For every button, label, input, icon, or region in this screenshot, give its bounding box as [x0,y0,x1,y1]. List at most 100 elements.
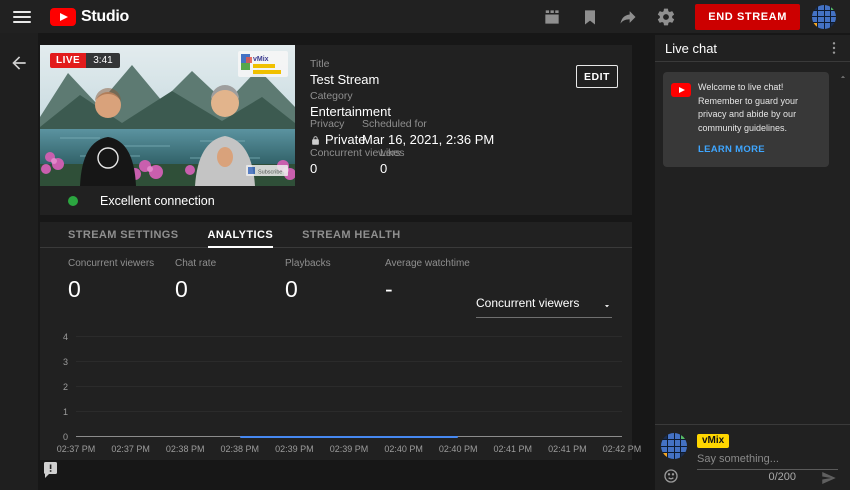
connection-status: Excellent connection [40,186,632,215]
left-rail [0,33,38,490]
chart-plot: 02:37 PM02:37 PM02:38 PM02:38 PM02:39 PM… [76,337,622,437]
chat-welcome-message: Welcome to live chat! Remember to guard … [663,72,829,167]
chat-header: Live chat [655,35,850,62]
account-avatar[interactable] [812,5,836,29]
title-field: Title Test Stream [310,58,379,87]
tab-stream-health[interactable]: STREAM HEALTH [302,222,401,247]
x-axis-tick-label: 02:40 PM [384,444,423,454]
stream-category: Entertainment [310,104,391,119]
privacy-field: Privacy Private [310,118,365,147]
series-concurrent-viewers [240,436,458,438]
metric-value: 0 [285,276,385,303]
x-axis-tick-label: 02:39 PM [330,444,369,454]
end-stream-button[interactable]: END STREAM [695,4,800,30]
youtube-studio-live-dashboard: Studio END STREAM [0,0,850,490]
lock-icon [310,134,321,145]
live-chat-panel: Live chat Welcome to live chat! Remember… [655,35,850,490]
scheduled-field: Scheduled for Mar 16, 2021, 2:36 PM [362,118,494,147]
metric-label: Concurrent viewers [68,258,175,269]
film-strip-icon[interactable] [542,7,562,27]
x-axis-tick-label: 02:37 PM [111,444,150,454]
likes-count: 0 [380,161,405,176]
chat-user-avatar [661,433,687,459]
metric-chat-rate: Chat rate 0 [175,258,285,303]
youtube-studio-logo[interactable]: Studio [50,8,129,26]
y-axis-tick-label: 0 [50,432,68,442]
x-axis-tick-label: 02:37 PM [57,444,96,454]
gridline-y4 [76,336,622,337]
category-label: Category [310,90,391,102]
youtube-play-icon [50,8,76,26]
x-axis-tick-label: 02:41 PM [548,444,587,454]
metric-selector-dropdown[interactable]: Concurrent viewers [476,296,612,318]
gridline-y2 [76,386,622,387]
subscribe-watermark: Subscribe [246,165,288,176]
stream-elapsed-time: 3:41 [86,53,119,68]
scheduled-label: Scheduled for [362,118,494,130]
chat-username-badge: vMix [697,434,729,448]
y-axis-tick-label: 1 [50,407,68,417]
metric-value: 0 [175,276,285,303]
character-counter: 0/200 [768,471,796,483]
x-axis-tick-label: 02:39 PM [275,444,314,454]
x-axis-tick-label: 02:40 PM [439,444,478,454]
metrics-row: Concurrent viewers0Chat rate0Playbacks0A… [68,258,545,303]
x-axis-tick-label: 02:38 PM [221,444,260,454]
gridline-y1 [76,411,622,412]
emoji-icon[interactable] [663,468,679,484]
live-indicator: LIVE 3:41 [50,53,120,68]
privacy-label: Privacy [310,118,365,130]
chat-input-area: vMix 0/200 [655,424,850,490]
welcome-text: Welcome to live chat! Remember to guard … [698,81,820,135]
tab-bar: STREAM SETTINGS ANALYTICS STREAM HEALTH [40,222,632,248]
y-axis-tick-label: 4 [50,332,68,342]
scrollbar-up-icon[interactable] [838,69,848,79]
category-field: Category Entertainment [310,90,391,119]
brand-name: Studio [81,8,129,26]
chat-menu-kebab-icon[interactable] [826,40,842,56]
likes-label: Likes [380,147,405,159]
x-axis-tick-label: 02:42 PM [603,444,642,454]
chevron-down-icon [602,298,612,308]
youtube-icon [671,83,691,97]
video-preview: vMix Subscribe LIVE 3:41 [40,45,295,186]
metric-selector-value: Concurrent viewers [476,296,579,310]
back-arrow-icon[interactable] [9,53,29,73]
metric-label: Average watchtime [385,258,545,269]
analytics-card: STREAM SETTINGS ANALYTICS STREAM HEALTH Co… [40,222,632,460]
tab-analytics[interactable]: ANALYTICS [208,222,274,247]
x-axis-tick-label: 02:38 PM [166,444,205,454]
hamburger-menu-icon[interactable] [13,11,31,23]
edit-button[interactable]: EDIT [576,65,618,88]
metric-concurrent-viewers: Concurrent viewers 0 [68,258,175,303]
bookmark-icon[interactable] [580,7,600,27]
chat-title: Live chat [665,41,826,56]
feedback-icon[interactable] [42,461,59,478]
settings-gear-icon[interactable] [656,7,676,27]
x-axis-labels: 02:37 PM02:37 PM02:38 PM02:38 PM02:39 PM… [76,444,622,456]
chat-message-input[interactable] [697,451,838,470]
metric-value: 0 [68,276,175,303]
scheduled-datetime: Mar 16, 2021, 2:36 PM [362,132,494,147]
metric-playbacks: Playbacks 0 [285,258,385,303]
svg-text:Subscribe: Subscribe [258,170,282,176]
stream-title: Test Stream [310,72,379,87]
likes-field: Likes 0 [380,147,405,176]
send-icon[interactable] [820,469,838,487]
learn-more-link[interactable]: LEARN MORE [698,144,765,155]
metric-label: Playbacks [285,258,385,269]
stream-info-card: vMix Subscribe LIVE 3:41 EDIT Title Test… [40,45,632,215]
live-badge: LIVE [50,53,86,68]
share-icon[interactable] [618,7,638,27]
metric-label: Chat rate [175,258,285,269]
y-axis-tick-label: 3 [50,357,68,367]
tab-stream-settings[interactable]: STREAM SETTINGS [68,222,179,247]
stream-privacy: Private [325,132,365,147]
svg-text:vMix: vMix [253,56,269,63]
vmix-watermark: vMix [238,51,288,77]
x-axis-tick-label: 02:41 PM [494,444,533,454]
title-label: Title [310,58,379,70]
y-axis-tick-label: 2 [50,382,68,392]
connection-status-text: Excellent connection [100,194,215,208]
top-bar: Studio END STREAM [0,0,850,33]
